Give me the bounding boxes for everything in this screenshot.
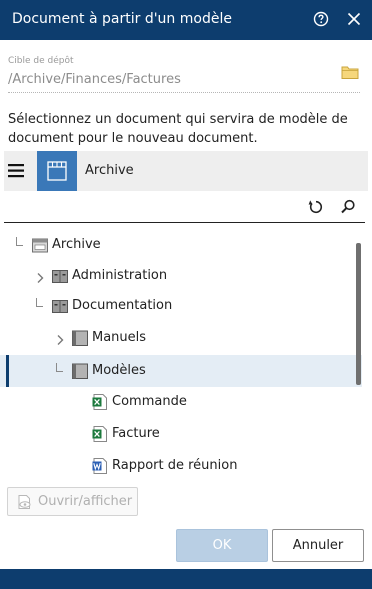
folder-icon[interactable] [341, 64, 359, 80]
tree-item-label: Rapport de réunion [112, 458, 238, 473]
tree-item-rapport-de-reunion[interactable]: Rapport de réunion [0, 450, 362, 482]
cabinet-icon [52, 268, 68, 284]
cancel-button[interactable]: Annuler [272, 529, 364, 562]
tree-item-label: Archive [52, 237, 101, 252]
tree-item-commande[interactable]: Commande [0, 386, 362, 418]
tree-item-archive[interactable]: Archive [0, 229, 362, 261]
tree-connector [56, 363, 63, 372]
tree-item-label: Manuels [92, 330, 147, 345]
cabinet-icon [52, 298, 68, 314]
folder-gray-icon [72, 330, 88, 346]
close-icon[interactable] [344, 9, 364, 29]
archive-root-icon [32, 237, 48, 253]
archive-tree: Archive Administration Documentation Man… [0, 229, 364, 479]
target-label: Cible de dépôt [8, 56, 74, 66]
tree-connector [36, 298, 43, 307]
refresh-icon[interactable] [307, 198, 325, 216]
tree-item-modeles[interactable]: Modèles [0, 355, 362, 387]
tree-item-manuels[interactable]: Manuels [0, 322, 362, 354]
help-icon[interactable] [311, 9, 331, 29]
chevron-right-icon[interactable] [34, 269, 46, 283]
tree-item-label: Commande [112, 394, 187, 409]
tree-item-label: Facture [112, 426, 160, 441]
open-view-button[interactable]: Ouvrir/afficher [7, 487, 138, 516]
tree-item-label: Administration [72, 268, 168, 283]
folder-gray-icon [72, 363, 88, 379]
archive-toolbar: Archive [4, 151, 368, 191]
target-path-field[interactable]: /Archive/Finances/Factures [8, 72, 181, 87]
tree-scrollbar[interactable] [356, 243, 361, 385]
tree-item-administration[interactable]: Administration [0, 260, 362, 292]
open-view-icon [18, 495, 31, 509]
tree-item-label: Modèles [92, 363, 146, 378]
chevron-right-icon[interactable] [54, 331, 66, 345]
tree-item-facture[interactable]: Facture [0, 418, 362, 450]
dialog-title: Document à partir d'un modèle [12, 11, 232, 27]
target-field-underline [8, 92, 360, 93]
ok-label: OK [212, 538, 232, 553]
archive-tab-label: Archive [85, 163, 134, 178]
footer-bar [0, 569, 372, 589]
instructions-text: Sélectionnez un document qui servira de … [8, 112, 348, 146]
menu-icon[interactable] [8, 162, 25, 179]
tree-item-label: Documentation [72, 298, 173, 313]
archive-tab[interactable] [37, 151, 77, 191]
open-view-label: Ouvrir/afficher [38, 494, 133, 509]
search-icon[interactable] [339, 198, 357, 216]
excel-file-icon [92, 426, 108, 442]
title-bar: Document à partir d'un modèle [0, 0, 372, 40]
ok-button[interactable]: OK [176, 529, 268, 562]
archive-icon [47, 161, 67, 181]
word-file-icon [92, 458, 108, 474]
tree-item-documentation[interactable]: Documentation [0, 290, 362, 322]
tree-connector [16, 237, 23, 246]
toolbar-separator [4, 222, 365, 223]
dialog: Document à partir d'un modèle Cible de d… [0, 0, 372, 589]
cancel-label: Annuler [292, 538, 344, 553]
excel-file-icon [92, 394, 108, 410]
